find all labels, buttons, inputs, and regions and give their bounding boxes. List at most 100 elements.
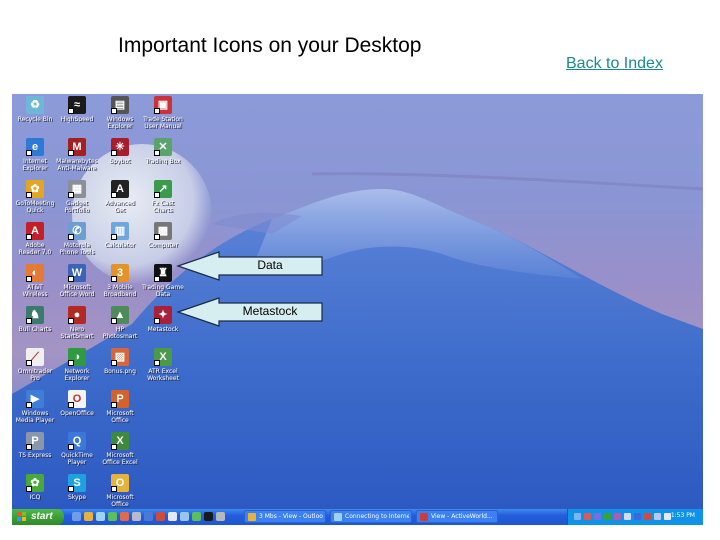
desktop-icon[interactable]: ▨ Bonus.png xyxy=(99,348,141,375)
shortcut-arrow-icon xyxy=(111,150,117,156)
shortcut-arrow-icon xyxy=(154,108,160,114)
gadget-icon: ▦ xyxy=(68,180,86,198)
shortcut-arrow-icon xyxy=(26,276,32,282)
quick-launch-icon[interactable] xyxy=(144,512,153,521)
phone-tools-icon: ✆ xyxy=(68,222,86,240)
bull-charts-icon: ♞ xyxy=(26,306,44,324)
desktop-icon[interactable]: M Malwarebytes Anti-Malware xyxy=(56,138,98,172)
shortcut-arrow-icon xyxy=(26,150,32,156)
window-app-icon xyxy=(334,513,342,521)
shortcut-arrow-icon xyxy=(154,192,160,198)
shortcut-arrow-icon xyxy=(68,150,74,156)
shortcut-arrow-icon xyxy=(26,444,32,450)
quick-launch-icon[interactable] xyxy=(156,512,165,521)
back-to-index-link[interactable]: Back to Index xyxy=(566,55,663,73)
desktop-icon[interactable]: ▥ Calculator xyxy=(99,222,141,249)
desktop-icon[interactable]: S Skype xyxy=(56,474,98,501)
desktop-icon[interactable]: Q QuickTime Player xyxy=(56,432,98,466)
shortcut-arrow-icon xyxy=(111,486,117,492)
quick-launch-icon[interactable] xyxy=(84,512,93,521)
desktop-icon[interactable]: ✿ ICQ xyxy=(14,474,56,501)
tray-icon[interactable] xyxy=(654,513,661,520)
image-file-icon: ▨ xyxy=(111,348,129,366)
shortcut-arrow-icon xyxy=(154,234,160,240)
desktop-icon[interactable]: ✳ Spybot xyxy=(99,138,141,165)
taskbar-buttons: 3 Mbs - View - Outlook Connecting to Inte… xyxy=(244,510,498,523)
tray-icon[interactable] xyxy=(604,513,611,520)
desktop-icon[interactable]: 3 3 Mobile Broadband xyxy=(99,264,141,298)
desktop-icon[interactable]: ♞ Bull Charts xyxy=(14,306,56,333)
calculator-icon: ▥ xyxy=(111,222,129,240)
desktop-icon[interactable]: A Advanced Get xyxy=(99,180,141,214)
tray-icon[interactable] xyxy=(594,513,601,520)
desktop-icon[interactable]: X Microsoft Office Excel xyxy=(99,432,141,466)
shortcut-arrow-icon xyxy=(111,402,117,408)
quick-launch-icon[interactable] xyxy=(192,512,201,521)
shortcut-arrow-icon xyxy=(68,192,74,198)
tray-icon[interactable] xyxy=(614,513,621,520)
desktop-icon-label: Computer xyxy=(148,242,178,249)
shortcut-arrow-icon xyxy=(111,108,117,114)
photosmart-icon: ▲ xyxy=(111,306,129,324)
desktop-icon[interactable]: ▤ Windows Explorer xyxy=(99,96,141,130)
taskbar-window-button[interactable]: Connecting to Internet... xyxy=(330,510,412,523)
tray-icon[interactable] xyxy=(574,513,581,520)
advanced-get-icon: A xyxy=(111,180,129,198)
desktop-icon[interactable]: ▶ Windows Media Player xyxy=(14,390,56,424)
quick-launch-icon[interactable] xyxy=(108,512,117,521)
desktop-icon[interactable]: ▲ HP Photosmart Essential xyxy=(99,306,141,340)
desktop-icon-label: Windows Media Player xyxy=(15,410,55,424)
desktop-icon-label: OpenOffice xyxy=(60,410,94,417)
shortcut-arrow-icon xyxy=(154,150,160,156)
quick-launch-icon[interactable] xyxy=(180,512,189,521)
desktop-icon[interactable]: ≈ HighSpeed xyxy=(56,96,98,123)
desktop-icon[interactable]: ✿ GoToMeeting Quick Connect xyxy=(14,180,56,214)
tray-icon[interactable] xyxy=(624,513,631,520)
desktop-icon[interactable]: ▩ Computer xyxy=(142,222,184,249)
desktop-icon[interactable]: ✆ Motorola Phone Tools xyxy=(56,222,98,256)
quick-launch-icon[interactable] xyxy=(120,512,129,521)
shortcut-arrow-icon xyxy=(26,402,32,408)
desktop-icon[interactable]: ▣ Trade Station User Manual xyxy=(142,96,184,130)
taskbar-window-button[interactable]: View - ActiveWorld... xyxy=(416,510,498,523)
desktop-icon-label: Bull Charts xyxy=(18,326,52,333)
desktop-icon-label: QuickTime Player xyxy=(61,452,93,466)
desktop-icon[interactable]: ▦ Gadget Portfolio xyxy=(56,180,98,214)
desktop-icon[interactable]: ♻ Recycle Bin xyxy=(14,96,56,123)
desktop-icon[interactable]: e Internet Explorer xyxy=(14,138,56,172)
desktop-icon-label: Microsoft Office Word xyxy=(59,284,95,298)
desktop-icon[interactable]: ↗ Fx Cast Charts xyxy=(142,180,184,214)
desktop-icon[interactable]: P TS Express xyxy=(14,432,56,459)
desktop-icon[interactable]: O OpenOffice xyxy=(56,390,98,417)
openoffice-icon: O xyxy=(68,390,86,408)
desktop-icon[interactable]: X ATR Excel Worksheet xyxy=(142,348,184,382)
tray-icon[interactable] xyxy=(634,513,641,520)
desktop-icon[interactable]: O Microsoft Office Outlook xyxy=(99,474,141,508)
tray-icon[interactable] xyxy=(584,513,591,520)
quick-launch-icon[interactable] xyxy=(204,512,213,521)
desktop-icon[interactable]: ◐ AT&T Wireless xyxy=(14,264,56,298)
tray-icon[interactable] xyxy=(644,513,651,520)
desktop-icon[interactable]: P Microsoft Office PowerPoint xyxy=(99,390,141,424)
desktop-icon[interactable]: ● Nero StartSmart xyxy=(56,306,98,340)
desktop-icon-label: HP Photosmart Essential xyxy=(102,326,138,340)
shortcut-arrow-icon xyxy=(111,444,117,450)
skype-icon: S xyxy=(68,474,86,492)
taskbar-window-button[interactable]: 3 Mbs - View - Outlook xyxy=(244,510,326,523)
internet-explorer-icon: e xyxy=(26,138,44,156)
desktop-icon-label: Skype xyxy=(67,494,87,501)
start-label: start xyxy=(31,511,53,522)
desktop-icon[interactable]: ⟋ Omnitrader Pro xyxy=(14,348,56,382)
quick-launch-icon[interactable] xyxy=(168,512,177,521)
desktop-icon[interactable]: ✕ Trading Box xyxy=(142,138,184,165)
desktop-icon[interactable]: A Adobe Reader 7.0 xyxy=(14,222,56,256)
quick-launch-icon[interactable] xyxy=(72,512,81,521)
shortcut-arrow-icon xyxy=(68,108,74,114)
desktop-icon[interactable]: W Microsoft Office Word xyxy=(56,264,98,298)
quick-launch-icon[interactable] xyxy=(132,512,141,521)
desktop-icon[interactable]: ◑ Network Explorer xyxy=(56,348,98,382)
start-button[interactable]: start xyxy=(12,509,64,525)
quick-launch-icon[interactable] xyxy=(96,512,105,521)
quick-launch-icon[interactable] xyxy=(216,512,225,521)
desktop-icon-label: Internet Explorer xyxy=(22,158,48,172)
